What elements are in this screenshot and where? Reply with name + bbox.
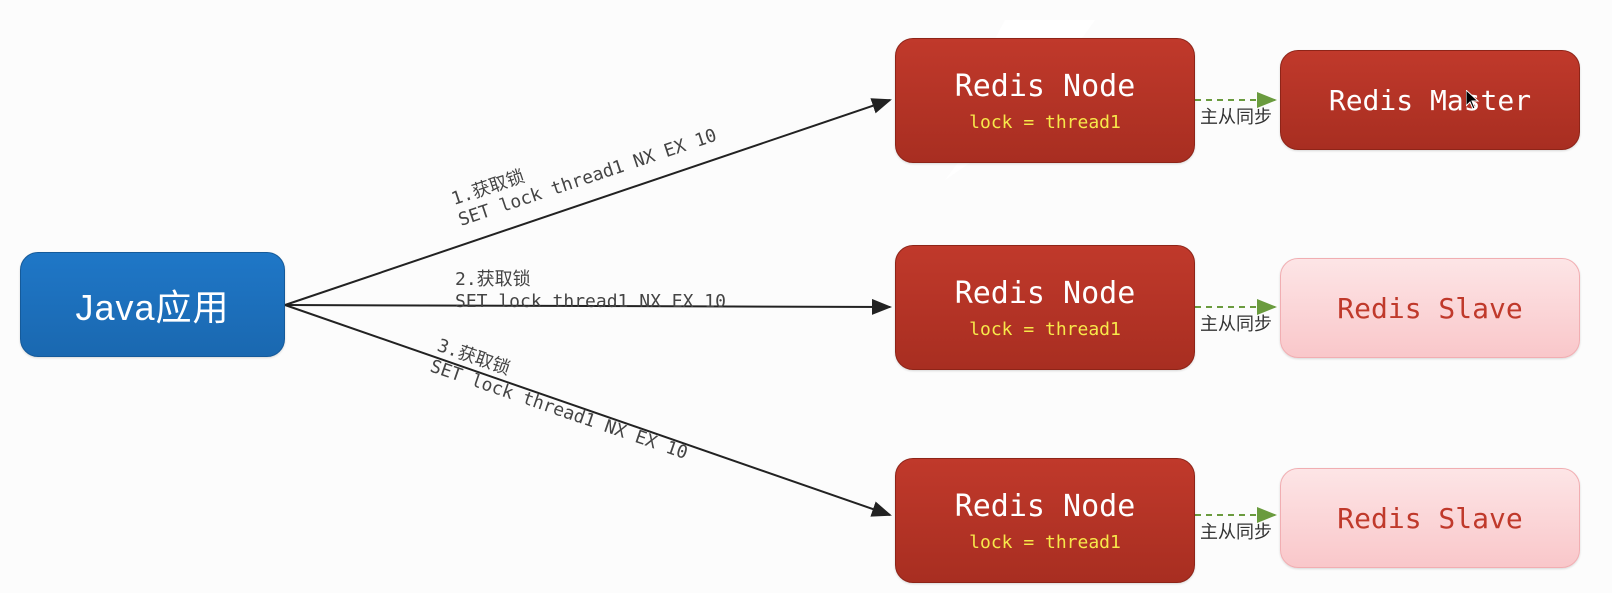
redis-slave-2-title: Redis Slave	[1337, 502, 1522, 535]
sync-label-1: 主从同步	[1200, 103, 1272, 129]
redis-node-2-sub: lock = thread1	[969, 319, 1121, 340]
redis-node-2-title: Redis Node	[955, 276, 1136, 311]
redis-master-title: Redis Master	[1329, 84, 1531, 117]
redis-node-3: Redis Node lock = thread1	[895, 458, 1195, 583]
edge-label-2: 2.获取锁 SET lock thread1 NX EX 10	[455, 265, 726, 312]
redis-slave-2: Redis Slave	[1280, 468, 1580, 568]
redis-node-3-sub: lock = thread1	[969, 532, 1121, 553]
redis-slave-1: Redis Slave	[1280, 258, 1580, 358]
redis-node-2: Redis Node lock = thread1	[895, 245, 1195, 370]
redis-node-1-title: Redis Node	[955, 69, 1136, 104]
java-app-label: Java应用	[75, 279, 229, 331]
edge-label-1: 1.获取锁 SET lock thread1 NX EX 10	[448, 100, 720, 231]
redis-slave-1-title: Redis Slave	[1337, 292, 1522, 325]
redis-node-1-sub: lock = thread1	[969, 112, 1121, 133]
sync-label-3: 主从同步	[1200, 518, 1272, 544]
sync-label-2: 主从同步	[1200, 310, 1272, 336]
redis-node-1: Redis Node lock = thread1	[895, 38, 1195, 163]
redis-master-node: Redis Master	[1280, 50, 1580, 150]
redis-node-3-title: Redis Node	[955, 489, 1136, 524]
java-app-node: Java应用	[20, 252, 285, 357]
cursor-icon	[1466, 90, 1480, 110]
edge-label-3: 3.获取锁 SET lock thread1 NX EX 10	[427, 331, 698, 464]
